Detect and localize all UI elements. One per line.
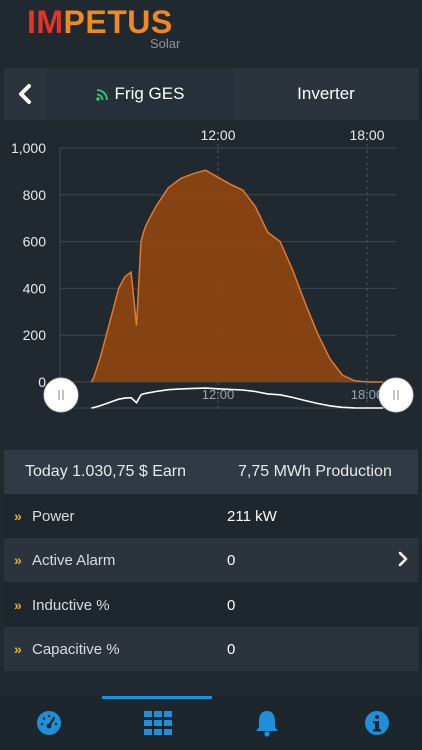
info-icon (365, 711, 389, 735)
navigator-handle-right[interactable] (378, 377, 414, 413)
dashboard-icon (37, 711, 61, 735)
summary-bar: Today 1.030,75 $ Earn 7,75 MWh Productio… (4, 450, 418, 494)
x-tick-label: 18:00 (349, 127, 384, 143)
y-tick-label: 200 (23, 327, 47, 343)
app-header: IMPETUS Solar (0, 0, 422, 68)
bullet-icon: » (14, 597, 22, 613)
row-label: Capacitive % (32, 640, 120, 658)
active-tab-indicator (102, 696, 212, 699)
bell-icon (256, 711, 278, 737)
chevron-right-icon[interactable] (398, 551, 408, 567)
row-power: » Power 211 kW (4, 494, 418, 538)
production-summary: 7,75 MWh Production (238, 463, 392, 480)
nav-bar: Frig GES Inverter (4, 68, 418, 120)
row-value: 0 (227, 551, 236, 569)
row-value: 0 (227, 596, 236, 614)
tab-alerts[interactable] (252, 708, 282, 738)
y-tick-label: 600 (23, 234, 47, 250)
tab-info[interactable] (362, 708, 392, 738)
production-chart[interactable]: 1,000 800 600 400 200 0 12:00 18:00 12:00 18:00 (0, 120, 422, 450)
logo-subtitle: Solar (150, 36, 181, 51)
row-active-alarm[interactable]: » Active Alarm 0 (4, 538, 418, 582)
row-label: Inductive % (32, 596, 110, 614)
y-tick-label: 800 (23, 187, 47, 203)
chevron-left-icon (19, 84, 31, 104)
navigator-tick-label: 18:00 (351, 387, 384, 402)
production-area (91, 170, 384, 382)
bottom-tab-bar (0, 696, 422, 750)
row-label: Power (32, 507, 75, 525)
x-tick-label: 12:00 (200, 127, 235, 143)
row-value: 0 (227, 640, 236, 658)
y-tick-label: 400 (23, 280, 47, 296)
bullet-icon: » (14, 508, 22, 524)
row-inductive: » Inductive % 0 (4, 583, 418, 627)
tab-inverter[interactable]: Inverter (234, 68, 418, 120)
earn-summary: Today 1.030,75 $ Earn (25, 463, 187, 480)
bullet-icon: » (14, 552, 22, 568)
tab-inverter-label: Inverter (297, 84, 355, 103)
grid-icon (144, 711, 172, 735)
logo: IMPETUS (27, 4, 173, 40)
navigator-line (91, 387, 384, 409)
signal-icon (95, 88, 108, 101)
bullet-icon: » (14, 641, 22, 657)
tab-dashboard[interactable] (34, 708, 64, 738)
navigator-handle-left[interactable] (43, 377, 79, 413)
tab-site-label: Frig GES (114, 84, 185, 103)
y-tick-label: 1,000 (11, 140, 46, 156)
row-label: Active Alarm (32, 551, 116, 569)
tab-site[interactable]: Frig GES (46, 68, 234, 120)
row-capacitive: » Capacitive % 0 (4, 627, 418, 671)
tab-grid[interactable] (143, 708, 173, 738)
row-value: 211 kW (227, 507, 277, 525)
back-button[interactable] (4, 68, 46, 120)
y-tick-label: 0 (38, 374, 46, 390)
